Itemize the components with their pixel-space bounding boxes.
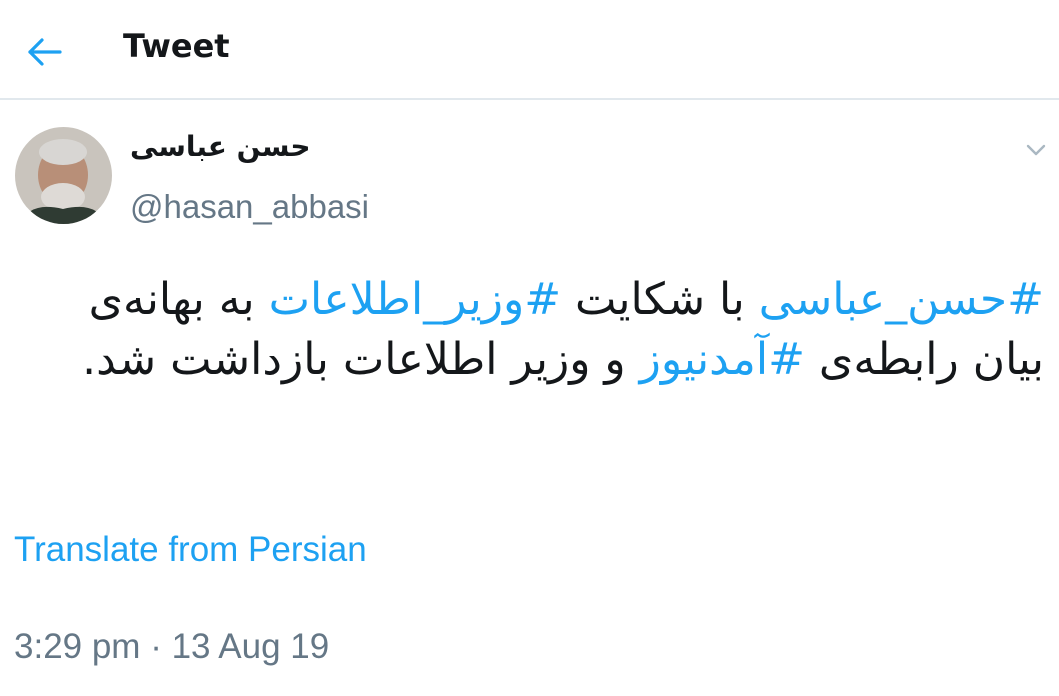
hashtag-link[interactable]: #وزیر_اطلاعات xyxy=(269,274,561,325)
chevron-down-icon[interactable] xyxy=(1024,140,1048,160)
tweet-text-segment: با شکایت xyxy=(561,274,759,325)
tweet-text-segment: و وزیر اطلاعات بازداشت شد. xyxy=(82,334,640,385)
arrow-left-icon[interactable] xyxy=(22,30,66,74)
avatar[interactable] xyxy=(15,127,112,224)
translate-link[interactable]: Translate from Persian xyxy=(14,530,367,570)
hashtag-link[interactable]: #آمدنیوز xyxy=(640,334,805,385)
hashtag-link[interactable]: #حسن_عباسی xyxy=(759,274,1044,325)
author-name[interactable]: حسن عباسی xyxy=(130,130,311,163)
tweet-timestamp[interactable]: 3:29 pm · 13 Aug 19 xyxy=(14,627,329,667)
author-handle[interactable]: @hasan_abbasi xyxy=(130,188,369,226)
tweet-text: #حسن_عباسی با شکایت #وزیر_اطلاعات به بها… xyxy=(14,270,1044,390)
top-bar: Tweet xyxy=(0,0,1059,100)
avatar-image xyxy=(15,127,112,224)
page-title: Tweet xyxy=(123,27,230,65)
